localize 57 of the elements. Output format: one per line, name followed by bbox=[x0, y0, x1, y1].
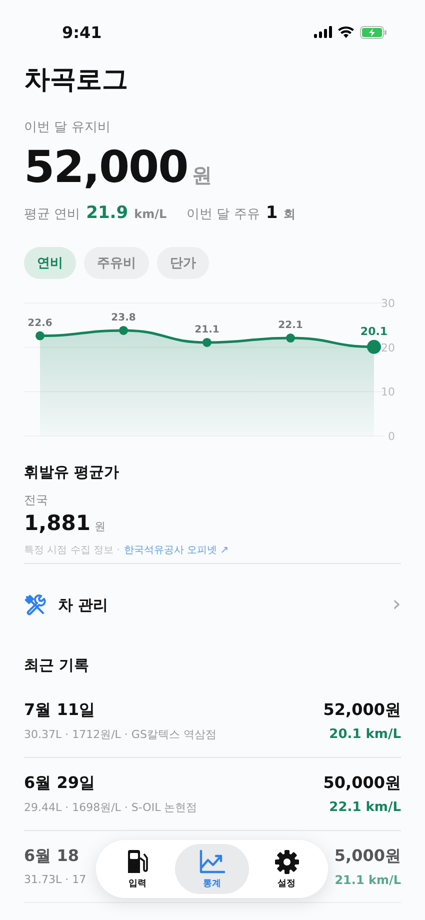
app-title: 차곡로그 bbox=[24, 64, 129, 96]
record-detail: 29.44L · 1698원/L · S-OIL 논현점 bbox=[24, 800, 198, 815]
data-label: 21.1 bbox=[194, 324, 220, 336]
data-label: 20.1 bbox=[360, 324, 388, 338]
axis-tick-label: 30 bbox=[381, 297, 395, 310]
status-time: 9:41 bbox=[62, 22, 102, 42]
monthly-cost: 52,000 bbox=[24, 142, 188, 193]
stat-value: 1 bbox=[266, 203, 278, 223]
record-date: 6월 18 bbox=[24, 846, 80, 867]
settings-icon bbox=[274, 848, 300, 874]
chart-tab[interactable]: 단가 bbox=[157, 247, 209, 279]
record-detail: 30.37L · 1712원/L · GS칼텍스 역삼점 bbox=[24, 727, 216, 742]
source-note: 특정 시점 수집 정보 · bbox=[24, 544, 120, 557]
chart-icon bbox=[199, 848, 225, 874]
source-link[interactable]: 한국석유공사 오피넷 ↗ bbox=[124, 543, 229, 557]
axis-tick-label: 0 bbox=[388, 430, 395, 441]
data-point bbox=[367, 340, 381, 354]
record-efficiency: 22.1 km/L bbox=[329, 800, 401, 815]
currency-unit: 원 bbox=[192, 162, 212, 189]
tab-bar-item[interactable]: 입력 bbox=[100, 844, 175, 894]
data-label: 22.6 bbox=[28, 318, 52, 329]
chart-tab[interactable]: 주유비 bbox=[84, 247, 149, 279]
stat-unit: km/L bbox=[134, 207, 167, 221]
currency-unit: 원 bbox=[94, 519, 106, 534]
record-amount: 5,000원 bbox=[334, 846, 401, 867]
record-date: 7월 11일 bbox=[24, 700, 96, 721]
stat-label: 평균 연비 bbox=[24, 206, 80, 223]
tab-bar-item[interactable]: 설정 bbox=[249, 844, 324, 894]
wifi-icon bbox=[338, 26, 354, 38]
axis-tick-label: 20 bbox=[381, 341, 395, 354]
stat-label: 이번 달 주유 bbox=[186, 206, 260, 223]
data-point bbox=[286, 334, 295, 343]
record-efficiency: 21.1 km/L bbox=[334, 873, 401, 887]
record-amount: 50,000원 bbox=[323, 773, 401, 794]
axis-tick-label: 10 bbox=[381, 386, 395, 399]
data-point bbox=[202, 338, 212, 347]
data-label: 23.8 bbox=[111, 312, 136, 324]
region-label: 전국 bbox=[24, 492, 49, 509]
fuel-price: 1,881 bbox=[24, 511, 90, 535]
tab-bar-item[interactable]: 통계 bbox=[174, 844, 250, 894]
car-care-row[interactable]: 차 관리 › bbox=[24, 594, 401, 616]
record-amount: 52,000원 bbox=[323, 700, 401, 721]
section-title: 휘발유 평균가 bbox=[24, 463, 120, 482]
signal-icon bbox=[314, 26, 332, 38]
record-detail: 31.73L · 17 bbox=[24, 873, 86, 886]
stat-unit: 회 bbox=[284, 206, 296, 223]
record-efficiency: 20.1 km/L bbox=[329, 727, 401, 742]
section-title: 최근 기록 bbox=[24, 656, 90, 675]
record-date: 6월 29일 bbox=[24, 773, 96, 794]
battery-charging-icon bbox=[360, 26, 387, 38]
stat-value: 21.9 bbox=[86, 203, 128, 223]
data-point bbox=[36, 331, 44, 340]
summary-label: 이번 달 유지비 bbox=[24, 119, 112, 136]
data-point bbox=[119, 326, 128, 335]
data-label: 22.1 bbox=[278, 320, 303, 332]
chart-tab[interactable]: 연비 bbox=[24, 247, 76, 279]
tools-icon bbox=[24, 594, 46, 616]
